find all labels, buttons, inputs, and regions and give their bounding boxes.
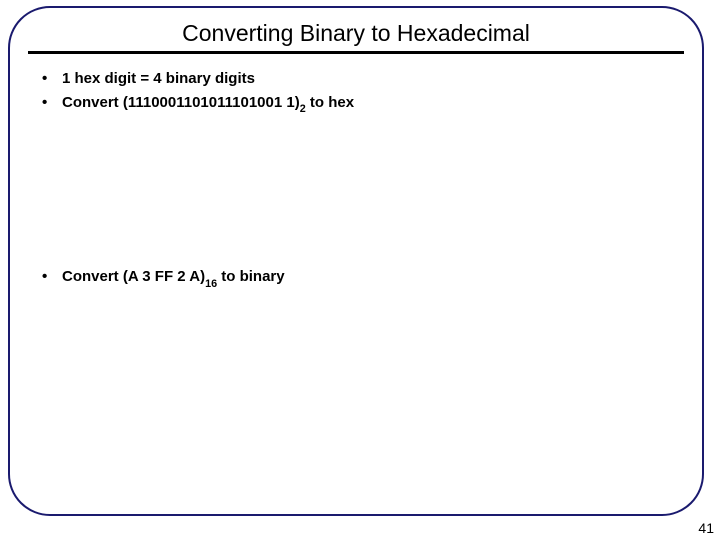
bullet-text-post: to binary <box>217 268 285 285</box>
spacer <box>38 118 674 266</box>
bullet-text-pre: Convert (1110001101011101001 1) <box>62 94 300 111</box>
slide-content: 1 hex digit = 4 binary digits Convert (1… <box>10 54 702 291</box>
bullet-item: Convert (1110001101011101001 1)2 to hex <box>38 92 674 117</box>
slide-frame: Converting Binary to Hexadecimal 1 hex d… <box>8 6 704 516</box>
bullet-text-pre: Convert (A 3 FF 2 A) <box>62 268 205 285</box>
bullet-text-post: to hex <box>306 94 354 111</box>
bullet-item: 1 hex digit = 4 binary digits <box>38 68 674 90</box>
slide-title: Converting Binary to Hexadecimal <box>182 20 530 47</box>
subscript-base: 16 <box>205 278 217 290</box>
subscript-base: 2 <box>300 103 306 115</box>
page-number: 41 <box>698 520 714 536</box>
bullet-item: Convert (A 3 FF 2 A)16 to binary <box>38 266 674 291</box>
title-container: Converting Binary to Hexadecimal <box>10 8 702 47</box>
bullet-list: 1 hex digit = 4 binary digits Convert (1… <box>38 68 674 116</box>
bullet-text: 1 hex digit = 4 binary digits <box>62 70 255 87</box>
bullet-list: Convert (A 3 FF 2 A)16 to binary <box>38 266 674 291</box>
